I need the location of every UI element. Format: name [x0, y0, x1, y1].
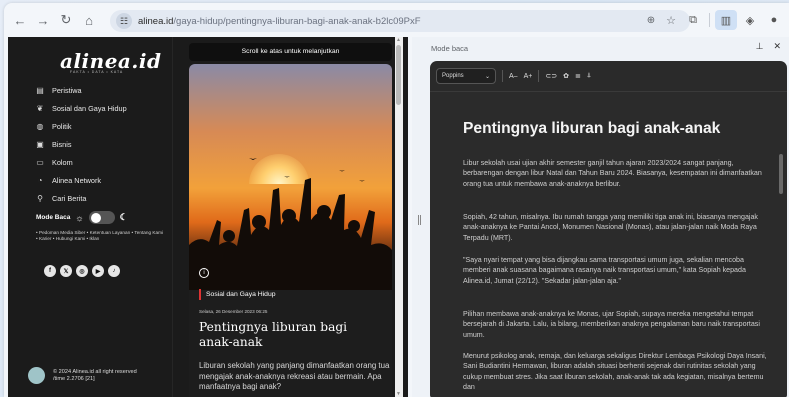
menu-item-search[interactable]: ⚲ Cari Berita — [34, 189, 127, 207]
extensions-icon[interactable]: ⧉ — [682, 10, 704, 30]
youtube-icon[interactable]: ▶ — [92, 265, 104, 277]
toolbar-divider — [709, 13, 710, 27]
article-category[interactable]: Sosial dan Gaya Hidup — [199, 289, 276, 300]
site-tagline: FAKTA • DATA • KATA — [70, 70, 124, 74]
menu-label: Bisnis — [52, 139, 72, 149]
article-photo: i — [189, 64, 392, 290]
reader-paragraph: Menurut psikolog anak, remaja, dan kelua… — [463, 352, 767, 392]
footer-links[interactable]: • Pedoman Media Siber • Ketentuan Layana… — [36, 230, 164, 243]
menu-label: Cari Berita — [52, 193, 87, 203]
menu-item-kolom[interactable]: ▭ Kolom — [34, 153, 127, 171]
article-card[interactable]: i Sosial dan Gaya Hidup Selasa, 26 Desem… — [189, 64, 392, 397]
mode-switch[interactable] — [88, 211, 115, 224]
instagram-icon[interactable]: ◎ — [76, 265, 88, 277]
menu-label: Kolom — [52, 157, 73, 167]
copyright-text: © 2024 Alinea.id all right reserved — [53, 368, 137, 375]
back-icon[interactable]: ← — [10, 10, 30, 30]
line-spacing-icon[interactable]: ≣ — [575, 72, 581, 80]
pin-icon[interactable]: ⊥ — [756, 41, 764, 52]
split-divider[interactable] — [412, 37, 427, 397]
browser-toolbar: ← → ↻ ⌂ ☷ alinea.id/gaya-hidup/pentingny… — [4, 3, 789, 37]
page-scroll-thumb[interactable] — [396, 45, 401, 105]
reading-mode-title: Mode baca — [431, 44, 469, 53]
reader-title: Pentingnya liburan bagi anak-anak — [463, 120, 721, 137]
plant-icon: ❦ — [36, 103, 44, 113]
menu-item-politik[interactable]: ◍ Politik — [34, 117, 127, 135]
menu-item-peristiwa[interactable]: ▤ Peristiwa — [34, 81, 127, 99]
menu-label: Politik — [52, 121, 72, 131]
facebook-icon[interactable]: f — [44, 265, 56, 277]
forward-icon[interactable]: → — [33, 10, 53, 30]
reader-scroll-thumb[interactable] — [779, 154, 783, 194]
profile-icon[interactable]: ● — [763, 10, 785, 30]
url-domain: alinea.id — [138, 15, 174, 27]
sun-icon: ☼ — [75, 212, 84, 223]
menu-item-network[interactable]: ◔ Alinea Network — [34, 171, 127, 189]
site-sidebar: alinea.id FAKTA • DATA • KATA ▤ Peristiwa… — [8, 37, 173, 397]
globe-icon: ◍ — [36, 121, 44, 131]
menu-label: Alinea Network — [52, 175, 102, 185]
x-icon[interactable]: 𝕏 — [60, 265, 72, 277]
star-icon[interactable]: ☆ — [664, 13, 678, 27]
search-icon: ⚲ — [37, 193, 43, 203]
link-icon[interactable]: ⊂⊃ — [545, 72, 557, 80]
footer-badge-icon — [28, 367, 45, 384]
reader-paragraph: Sopiah, 42 tahun, misalnya. Ibu rumah ta… — [463, 213, 758, 242]
crowd-silhouette — [189, 158, 392, 290]
decrease-font-icon[interactable]: A– — [509, 73, 518, 80]
font-select[interactable]: Poppins ⌄ — [436, 68, 496, 84]
reader-paragraph: Pilihan membawa anak-anaknya ke Monas, u… — [463, 310, 760, 339]
home-icon[interactable]: ⌂ — [79, 10, 99, 30]
article-title: Pentingnya liburan bagi anak-anak — [199, 320, 348, 349]
reading-mode-pane: Mode baca ⊥ ✕ Poppins ⌄ A– A+ ⊂⊃ ✿ ≣ ⍋ Pe… — [427, 37, 789, 397]
toolbar-divider — [538, 70, 540, 82]
social-links: f 𝕏 ◎ ▶ ♪ — [44, 265, 120, 277]
site-menu: ▤ Peristiwa ❦ Sosial dan Gaya Hidup ◍ Polit… — [34, 81, 127, 207]
web-page: alinea.id FAKTA • DATA • KATA ▤ Peristiwa… — [8, 37, 408, 397]
menu-label: Sosial dan Gaya Hidup — [52, 103, 127, 113]
article-lead: Liburan sekolah yang panjang dimanfaatka… — [199, 361, 390, 391]
briefcase-icon: ▣ — [36, 139, 44, 149]
scroll-up-arrow-icon[interactable]: ▲ — [396, 37, 401, 43]
article-column: Scroll ke atas untuk melanjutkan i Sosia… — [173, 37, 392, 397]
reader-toolbar: Poppins ⌄ A– A+ ⊂⊃ ✿ ≣ ⍋ — [436, 67, 591, 85]
palette-icon[interactable]: ✿ — [563, 72, 569, 80]
info-icon[interactable]: i — [199, 268, 209, 278]
scroll-down-arrow-icon[interactable]: ▼ — [396, 391, 401, 397]
tiktok-icon[interactable]: ♪ — [108, 265, 120, 277]
site-info-icon[interactable]: ☷ — [116, 13, 132, 29]
toolbar-divider — [502, 70, 503, 82]
reader-paragraph: Libur sekolah usai ujian akhir semester … — [463, 159, 762, 188]
article-date: Selasa, 26 Desember 2023 06:25 — [199, 309, 268, 314]
address-bar[interactable]: ☷ alinea.id/gaya-hidup/pentingnya-libura… — [110, 10, 690, 32]
monitor-icon: ▭ — [36, 157, 44, 167]
moon-icon: ☾ — [119, 212, 128, 222]
text-voice-icon[interactable]: ⍋ — [587, 72, 591, 80]
scroll-notice[interactable]: Scroll ke atas untuk melanjutkan — [189, 43, 392, 61]
reading-view-icon[interactable]: ▥ — [715, 10, 737, 30]
network-icon: ◔ — [37, 175, 43, 185]
page-scrollbar[interactable]: ▲ ▼ — [395, 37, 403, 397]
menu-label: Peristiwa — [52, 85, 82, 95]
menu-item-sosial[interactable]: ❦ Sosial dan Gaya Hidup — [34, 99, 127, 117]
close-icon[interactable]: ✕ — [773, 41, 781, 52]
reload-icon[interactable]: ↻ — [56, 10, 76, 30]
version-text: /time 2.2706 [21] — [53, 375, 95, 382]
browser-window: ← → ↻ ⌂ ☷ alinea.id/gaya-hidup/pentingny… — [4, 3, 789, 397]
url-text: alinea.id/gaya-hidup/pentingnya-liburan-… — [138, 16, 421, 27]
mode-label: Mode Baca — [36, 214, 71, 221]
reading-mode-toggle[interactable]: Mode Baca ☼ ☾ — [36, 211, 128, 224]
menu-item-bisnis[interactable]: ▣ Bisnis — [34, 135, 127, 153]
copilot-icon[interactable]: ◈ — [739, 10, 761, 30]
reader-panel: Poppins ⌄ A– A+ ⊂⊃ ✿ ≣ ⍋ Pentingnya libur… — [430, 61, 787, 397]
url-path: /gaya-hidup/pentingnya-liburan-bagi-anak… — [173, 15, 421, 27]
reader-paragraph: "Saya nyari tempat yang bisa dijangkau s… — [463, 256, 746, 285]
font-select-value: Poppins — [442, 73, 464, 79]
increase-font-icon[interactable]: A+ — [524, 73, 533, 80]
site-footer: © 2024 Alinea.id all right reserved/time… — [28, 367, 137, 384]
zoom-icon[interactable]: ⊕ — [644, 13, 658, 27]
document-icon: ▤ — [36, 85, 44, 95]
split-handle-icon[interactable] — [418, 215, 421, 225]
chevron-down-icon: ⌄ — [484, 73, 490, 80]
